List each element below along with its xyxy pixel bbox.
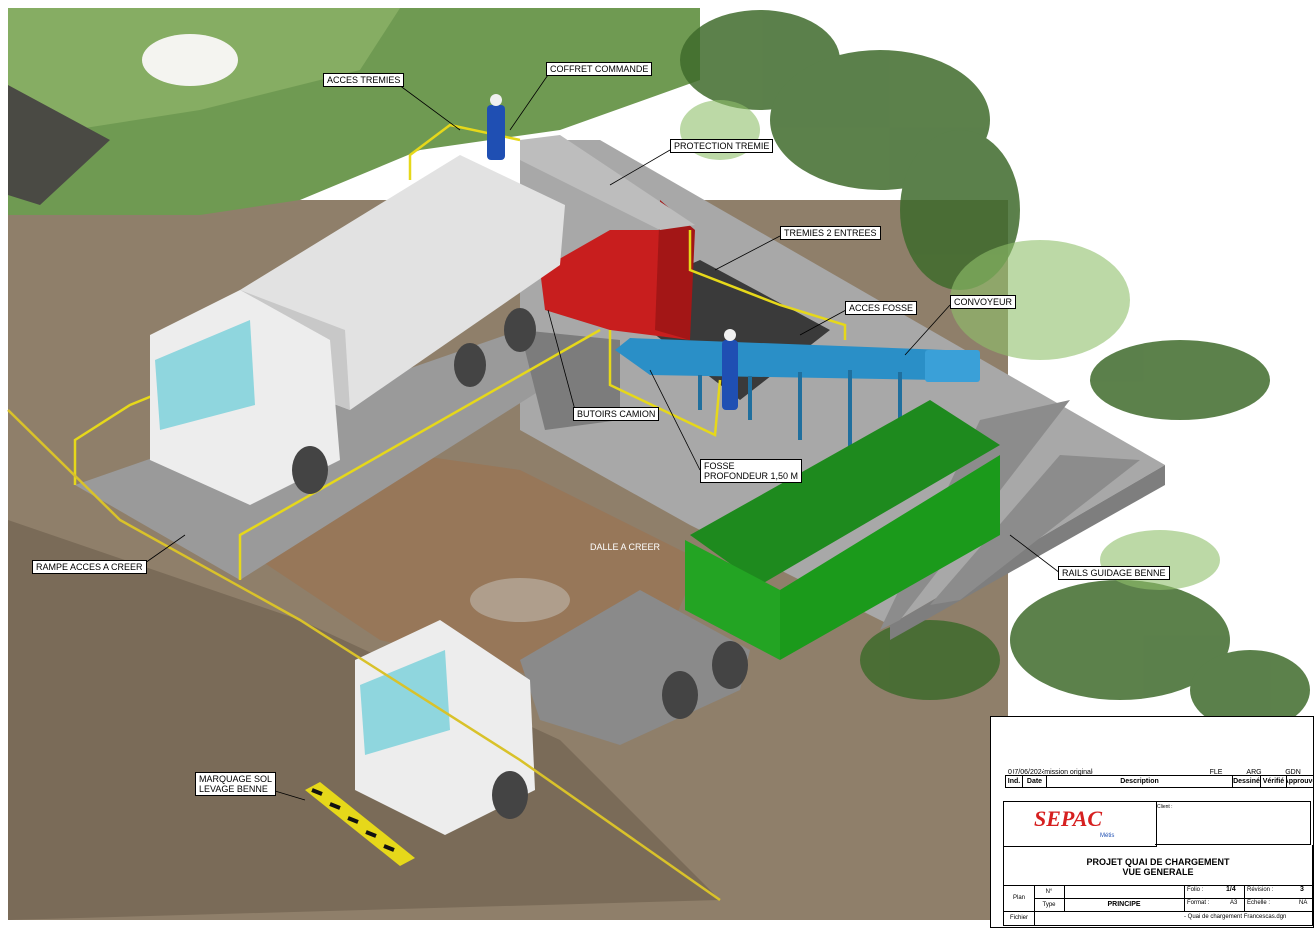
client-box: Client :	[1155, 801, 1311, 845]
sepac-logo-sub: Métis	[1100, 833, 1115, 839]
label-rampe-acces: RAMPE ACCES A CREER	[32, 560, 147, 574]
label-fosse-line2: PROFONDEUR 1,50 M	[704, 471, 799, 481]
header-description: Description	[1047, 775, 1233, 787]
label-marquage-line2: LEVAGE BENNE	[199, 784, 268, 794]
header-date: Date	[1023, 775, 1047, 787]
n-value	[1064, 885, 1185, 899]
logo-box: SEPAC Métis	[1003, 801, 1157, 847]
client-label: Client :	[1157, 804, 1173, 810]
n-label: N°	[1034, 885, 1065, 899]
label-butoirs-camion: BUTOIRS CAMION	[573, 407, 660, 421]
echelle-value: NA	[1299, 900, 1308, 906]
revision-header: Ind. Date Description Dessiné Vérifié Ap…	[1005, 775, 1313, 788]
revision-label: Révision :	[1247, 887, 1274, 893]
project-subtitle: VUE GENERALE	[1122, 867, 1194, 877]
title-block: 0 07/06/2024 Emission originale FLE ARG …	[990, 716, 1314, 928]
header-verifie: Vérifié	[1261, 775, 1287, 787]
label-coffret-commande: COFFRET COMMANDE	[546, 62, 653, 76]
label-acces-tremies: ACCES TREMIES	[323, 73, 405, 87]
project-title: PROJET QUAI DE CHARGEMENT	[1086, 857, 1230, 867]
label-marquage-line1: MARQUAGE SOL	[199, 774, 273, 784]
label-fosse-line1: FOSSE	[704, 461, 735, 471]
conveyor-head	[925, 350, 980, 382]
format-value: A3	[1230, 900, 1238, 906]
label-fosse: FOSSE PROFONDEUR 1,50 M	[700, 459, 803, 483]
header-dessine: Dessiné	[1233, 775, 1261, 787]
type-value: PRINCIPE	[1064, 898, 1185, 911]
folio-value: 1/4	[1226, 886, 1236, 893]
grass-circle	[142, 34, 238, 86]
sepac-logo: SEPAC	[1034, 806, 1103, 831]
fichier-value: - Quai de chargement Francescas.dgn	[1184, 914, 1287, 920]
label-marquage-sol: MARQUAGE SOL LEVAGE BENNE	[195, 772, 277, 796]
project-title-box: PROJET QUAI DE CHARGEMENT VUE GENERALE	[1003, 845, 1313, 886]
revision-value: 3	[1300, 886, 1304, 893]
format-label: Format :	[1187, 900, 1210, 906]
info-grid: Plan N° Type PRINCIPE Folio : 1/4 Révisi…	[1003, 885, 1313, 926]
puddle	[470, 578, 570, 622]
type-label: Type	[1034, 898, 1065, 911]
header-approuve: Approuvé	[1287, 777, 1313, 785]
label-rails-guidage: RAILS GUIDAGE BENNE	[1058, 566, 1170, 580]
folio-label: Folio :	[1187, 887, 1204, 893]
label-protection-tremie: PROTECTION TREMIE	[670, 139, 774, 153]
fichier-label: Fichier	[1004, 911, 1035, 925]
label-convoyeur: CONVOYEUR	[950, 295, 1017, 309]
header-ind: Ind.	[1005, 775, 1023, 787]
label-tremies-2-entrees: TREMIES 2 ENTREES	[780, 226, 881, 240]
label-acces-fosse: ACCES FOSSE	[845, 301, 918, 315]
label-dalle-a-creer: DALLE A CREER	[590, 542, 661, 552]
plan-label: Plan	[1004, 885, 1035, 911]
echelle-label: Echelle :	[1247, 900, 1271, 906]
